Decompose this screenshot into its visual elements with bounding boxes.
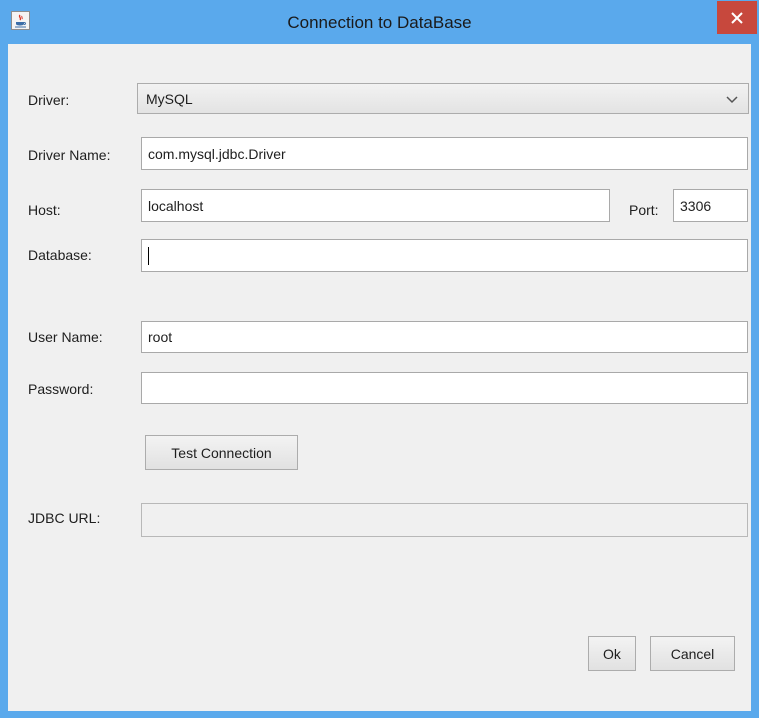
jdbc-url-label: JDBC URL: <box>28 510 101 526</box>
driver-label: Driver: <box>28 92 70 108</box>
driver-select[interactable]: MySQL <box>137 83 749 114</box>
driver-name-field[interactable]: com.mysql.jdbc.Driver <box>141 137 748 170</box>
close-button[interactable] <box>717 1 757 34</box>
port-field[interactable]: 3306 <box>673 189 748 222</box>
title-bar[interactable]: Connection to DataBase <box>1 1 758 44</box>
host-label: Host: <box>28 202 61 218</box>
jdbc-url-field[interactable] <box>141 503 748 537</box>
window-title: Connection to DataBase <box>287 13 472 32</box>
user-name-label: User Name: <box>28 329 103 345</box>
driver-name-label: Driver Name: <box>28 147 111 163</box>
user-name-field[interactable]: root <box>141 321 748 353</box>
test-connection-button[interactable]: Test Connection <box>145 435 298 470</box>
port-label: Port: <box>629 202 659 218</box>
dialog-window: Connection to DataBase Driver: MySQL Dri… <box>0 0 759 718</box>
password-field[interactable] <box>141 372 748 404</box>
chevron-down-icon <box>726 91 738 107</box>
database-field[interactable] <box>141 239 748 272</box>
cancel-button[interactable]: Cancel <box>650 636 735 671</box>
close-icon <box>731 11 743 24</box>
database-label: Database: <box>28 247 92 263</box>
text-cursor <box>148 246 149 265</box>
driver-select-value: MySQL <box>146 90 193 107</box>
host-field[interactable]: localhost <box>141 189 610 222</box>
dialog-content: Driver: MySQL Driver Name: com.mysql.jdb… <box>8 44 751 711</box>
ok-button[interactable]: Ok <box>588 636 636 671</box>
password-label: Password: <box>28 381 94 397</box>
